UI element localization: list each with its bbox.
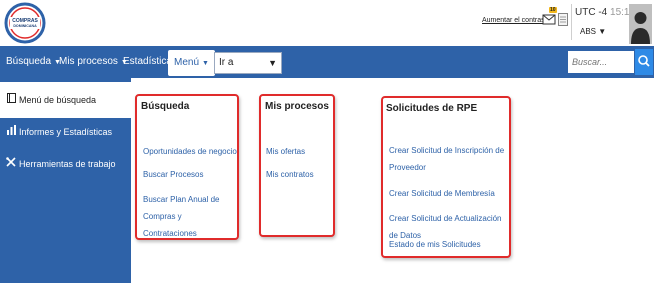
sidebar: Menú de búsqueda Informes y Estadísticas… [0,78,131,283]
user-select[interactable]: ABS ▼ [580,27,606,36]
search-input[interactable] [568,51,634,73]
buscar-procesos-link[interactable]: Buscar Procesos [143,166,237,183]
nav-menu-label: Menú [174,57,200,68]
sidebar-item-label: Herramientas de trabajo [19,159,116,169]
nav-mis-procesos[interactable]: Mis procesos ▼ [59,46,128,78]
mis-contratos-link[interactable]: Mis contratos [266,166,332,183]
header-divider [571,4,572,40]
goto-select-value: Ir a [219,57,234,68]
search-button[interactable] [635,49,653,75]
chevron-down-icon: ▼ [598,27,607,36]
document-icon[interactable] [558,13,568,26]
nav-busqueda-label: Búsqueda [6,56,52,67]
sidebar-item-herramientas[interactable]: Herramientas de trabajo [0,146,131,182]
mis-ofertas-link[interactable]: Mis ofertas [266,143,332,160]
estado-solicitudes-link[interactable]: Estado de mis Solicitudes [389,236,509,253]
crear-solicitud-membresia-link[interactable]: Crear Solicitud de Membresía [389,185,509,202]
nav-mis-procesos-label: Mis procesos [59,56,118,67]
sidebar-item-menu-busqueda[interactable]: Menú de búsqueda [0,82,131,118]
chevron-down-icon: ▼ [268,58,277,68]
solicitudes-rpe-panel-title: Solicitudes de RPE [386,103,478,114]
caret-down-icon: ▼ [202,60,209,67]
mail-icon[interactable] [542,12,556,26]
oportunidades-negocio-link[interactable]: Oportunidades de negocio [143,143,237,160]
avatar[interactable] [629,4,652,44]
compras-dominicana-logo[interactable]: COMPRAS DOMINICANA [4,2,46,44]
sidebar-item-informes[interactable]: Informes y Estadísticas [0,114,131,150]
busqueda-panel-title: Búsqueda [141,101,190,112]
svg-text:DOMINICANA: DOMINICANA [13,24,37,28]
crear-solicitud-inscripcion-link[interactable]: Crear Solicitud de Inscripción de Provee… [389,142,509,176]
sidebar-item-label: Informes y Estadísticas [19,127,113,137]
buscar-plan-anual-link[interactable]: Buscar Plan Anual de Compras y Contratac… [143,191,237,242]
utc-offset: UTC -4 [575,7,608,18]
search-icon [638,55,650,67]
nav-busqueda[interactable]: Búsqueda ▼ [6,46,61,78]
user-select-label: ABS [580,27,597,36]
top-header: COMPRAS DOMINICANA Aumentar el contraste… [0,0,654,46]
increase-contrast-link[interactable]: Aumentar el contraste [482,17,550,24]
goto-select[interactable]: Ir a ▼ [214,52,282,74]
mis-procesos-panel-title: Mis procesos [265,101,329,112]
sidebar-item-label: Menú de búsqueda [19,95,97,105]
tools-icon [6,147,16,183]
main-navbar: Búsqueda ▼ Mis procesos ▼ Estadísticas Men… [0,46,654,78]
mail-count-badge: 10 [549,7,557,13]
nav-menu[interactable]: Menú ▼ [168,50,215,76]
